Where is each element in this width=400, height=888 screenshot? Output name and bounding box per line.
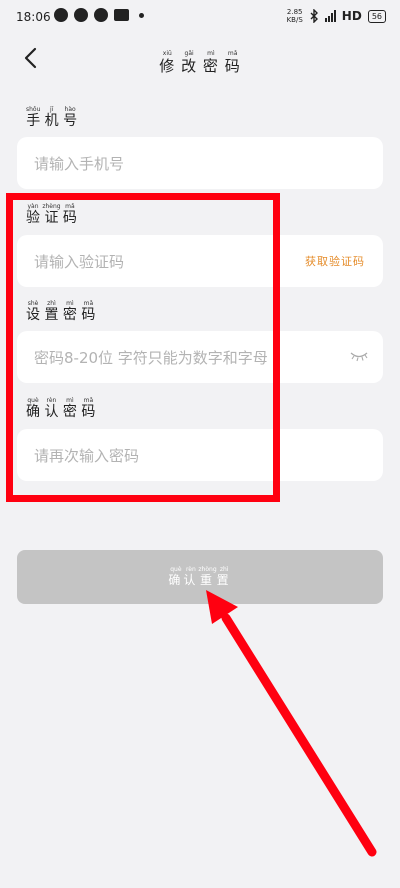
confirm-label: 确què 认rèn 密mì 码mǎ xyxy=(26,397,96,420)
phone-field xyxy=(17,137,383,191)
status-time: 18:06 xyxy=(16,10,51,24)
confirm-reset-button[interactable]: 确què 认rèn 重zhòng 置zhì xyxy=(17,550,383,604)
network-type: HD xyxy=(341,9,362,23)
code-label: 验yàn 证zhèng 码mǎ xyxy=(26,203,77,226)
password-field xyxy=(17,331,383,385)
status-right: 2.85 KB/S HD 56 xyxy=(287,8,386,24)
app-notification-icon xyxy=(54,8,68,22)
status-bar: 18:06 2.85 KB/S HD 56 xyxy=(0,0,400,34)
bluetooth-icon xyxy=(310,9,318,23)
speed-value: 2.85 xyxy=(286,8,303,16)
signal-icon xyxy=(324,10,336,22)
notification-icons xyxy=(54,8,144,22)
wechat-icon xyxy=(94,8,108,22)
message-icon xyxy=(114,9,129,21)
confirm-password-input[interactable] xyxy=(32,429,296,483)
eye-closed-icon[interactable] xyxy=(349,349,369,363)
header: 修xiū 改gǎi 密mì 码mǎ xyxy=(0,36,400,80)
battery-icon: 56 xyxy=(367,9,386,23)
page-title: 修xiū 改gǎi 密mì 码mǎ xyxy=(159,50,241,75)
phone-input[interactable] xyxy=(32,137,296,191)
password-label: 设shè 置zhì 密mì 码mǎ xyxy=(26,300,96,323)
speed-unit: KB/S xyxy=(286,16,303,24)
confirm-field xyxy=(17,429,383,483)
more-dot-icon xyxy=(139,12,144,18)
password-input[interactable] xyxy=(32,331,336,385)
code-field: 获取验证码 xyxy=(17,235,383,289)
check-circle-icon xyxy=(74,8,88,22)
phone-label: 手shǒu 机jī 号hào xyxy=(26,106,78,129)
network-speed: 2.85 KB/S xyxy=(287,8,303,24)
code-input[interactable] xyxy=(32,235,296,289)
get-code-button[interactable]: 获取验证码 xyxy=(305,253,365,269)
